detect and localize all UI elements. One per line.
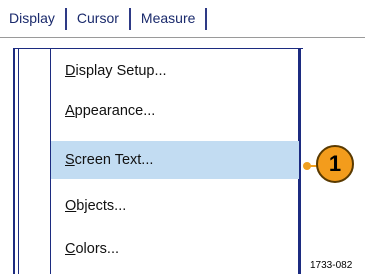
menu-bar: Display Cursor Measure bbox=[0, 0, 365, 38]
menu-item-mnemonic: D bbox=[65, 63, 76, 79]
menu-item-objects[interactable]: Objects... bbox=[51, 187, 299, 225]
menu-item-text: bjects... bbox=[76, 198, 127, 214]
menu-item-mnemonic: C bbox=[65, 241, 76, 257]
menu-item-colors[interactable]: Colors... bbox=[51, 230, 299, 268]
menu-item-display-setup[interactable]: Display Setup... bbox=[51, 52, 299, 90]
callout-step-badge: 1 bbox=[316, 145, 354, 183]
menu-item-label: Screen Text... bbox=[51, 152, 153, 168]
menu-item-mnemonic: O bbox=[65, 198, 77, 214]
menu-item-mnemonic: A bbox=[65, 103, 75, 119]
figure-code: 1733-082 bbox=[310, 260, 353, 271]
menu-item-label: Display Setup... bbox=[51, 63, 167, 79]
menu-item-label: Objects... bbox=[51, 198, 126, 214]
menu-item-text: isplay Setup... bbox=[75, 63, 167, 79]
menu-item-text: olors... bbox=[75, 241, 119, 257]
menu-separator bbox=[205, 7, 208, 30]
display-dropdown-menu: Display Setup... Appearance... Screen Te… bbox=[50, 48, 299, 274]
menu-measure[interactable]: Measure bbox=[131, 0, 205, 37]
menu-cursor[interactable]: Cursor bbox=[67, 0, 129, 37]
dropdown-frame-left bbox=[13, 48, 15, 274]
menu-item-screen-text[interactable]: Screen Text... bbox=[51, 141, 299, 179]
menu-item-appearance[interactable]: Appearance... bbox=[51, 92, 299, 130]
menu-item-label: Appearance... bbox=[51, 103, 155, 119]
menu-display[interactable]: Display bbox=[0, 0, 65, 37]
callout-step-number: 1 bbox=[328, 151, 342, 176]
menu-item-text: ppearance... bbox=[74, 103, 156, 119]
callout-anchor-dot bbox=[303, 162, 311, 170]
menu-item-mnemonic: S bbox=[65, 152, 75, 168]
menu-item-text: creen Text... bbox=[74, 152, 154, 168]
menu-item-label: Colors... bbox=[51, 241, 119, 257]
dropdown-frame-left-inner bbox=[18, 48, 19, 274]
